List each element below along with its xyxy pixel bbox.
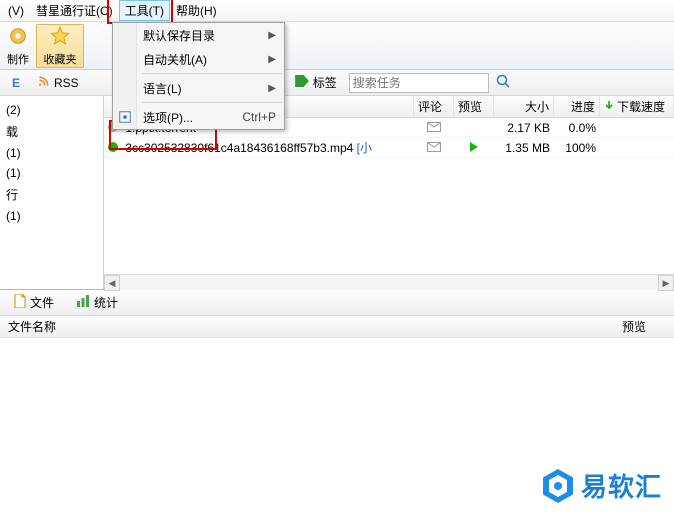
chevron-right-icon: ▶ — [268, 54, 276, 65]
menu-auto-shutdown-label: 自动关机(A) — [143, 51, 207, 68]
col-comment[interactable]: 评论 — [414, 96, 454, 117]
menu-auto-shutdown[interactable]: 自动关机(A) ▶ — [113, 47, 284, 71]
detail-body — [0, 338, 674, 488]
menu-language[interactable]: 语言(L) ▶ — [113, 76, 284, 100]
task-suffix: [小 — [357, 141, 372, 155]
watermark-icon — [543, 469, 573, 503]
download-arrow-icon — [604, 100, 614, 114]
menu-separator — [141, 73, 282, 74]
gear-icon — [7, 25, 29, 50]
tab-file-label: 文件 — [30, 294, 54, 311]
scroll-right-icon[interactable]: ▶ — [658, 275, 674, 289]
chevron-right-icon: ▶ — [268, 30, 276, 41]
menu-options-hotkey: Ctrl+P — [242, 110, 276, 124]
size-cell: 2.17 KB — [494, 121, 554, 135]
toolbar: 制作 收藏夹 — [0, 22, 674, 70]
size-cell: 1.35 MB — [494, 141, 554, 155]
options-icon — [117, 109, 133, 125]
make-label: 制作 — [7, 51, 29, 67]
file-icon — [14, 294, 26, 311]
menu-view[interactable]: (V) — [2, 2, 30, 20]
watermark-text: 易软汇 — [581, 467, 662, 504]
task-name: 3cc302532830f61c4a18436168ff57b3.mp4 — [125, 141, 353, 155]
tag-label: 标签 — [313, 74, 337, 91]
chevron-right-icon: ▶ — [268, 83, 276, 94]
tab-stats-label: 统计 — [94, 294, 118, 311]
tab-stats[interactable]: 统计 — [70, 292, 124, 313]
status-dot-icon — [108, 142, 118, 152]
tag-button[interactable]: 标签 — [289, 72, 343, 93]
star-icon — [49, 25, 71, 50]
search-box[interactable] — [349, 73, 489, 93]
h-scrollbar[interactable]: ◀ ▶ — [104, 274, 674, 289]
filter-bar: E RSS 标签 — [0, 70, 674, 96]
filter-rss-label: RSS — [54, 76, 79, 90]
task-row[interactable]: 3cc302532830f61c4a18436168ff57b3.mp4 [小 … — [104, 138, 674, 158]
menu-language-label: 语言(L) — [143, 80, 182, 97]
menubar: (V) 彗星通行证(C) 工具(T) 帮助(H) — [0, 0, 674, 22]
col-download-speed[interactable]: 下载速度 — [600, 96, 674, 117]
sidebar-item[interactable]: 载 — [2, 120, 101, 143]
watermark: 易软汇 — [543, 467, 662, 504]
sidebar-item[interactable]: (1) — [2, 143, 101, 163]
sidebar: (2) 载 (1) (1) 行 (1) — [0, 96, 104, 289]
search-icon[interactable] — [495, 73, 511, 92]
menu-passport[interactable]: 彗星通行证(C) — [30, 0, 119, 21]
col-size[interactable]: 大小 — [494, 96, 554, 117]
menu-options[interactable]: 选项(P)... Ctrl+P — [113, 105, 284, 129]
progress-cell: 100% — [554, 141, 600, 155]
menu-tools-dropdown: 默认保存目录 ▶ 自动关机(A) ▶ 语言(L) ▶ 选项(P)... Ctrl… — [112, 22, 285, 130]
e-icon: E — [12, 76, 20, 90]
menu-separator — [141, 102, 282, 103]
menu-tools[interactable]: 工具(T) — [119, 0, 170, 21]
favorites-label: 收藏夹 — [44, 51, 77, 67]
col-download-speed-label: 下载速度 — [617, 98, 665, 115]
comment-cell[interactable] — [414, 141, 454, 155]
filter-e[interactable]: E — [6, 74, 26, 92]
sidebar-item[interactable]: (1) — [2, 206, 101, 226]
sidebar-item[interactable]: (2) — [2, 100, 101, 120]
col-progress[interactable]: 进度 — [554, 96, 600, 117]
filter-rss[interactable]: RSS — [32, 73, 85, 92]
menu-default-folder[interactable]: 默认保存目录 ▶ — [113, 23, 284, 47]
detail-col-filename[interactable]: 文件名称 — [0, 318, 614, 335]
menu-default-folder-label: 默认保存目录 — [143, 27, 215, 44]
comment-cell[interactable] — [414, 121, 454, 135]
make-button[interactable]: 制作 — [0, 24, 36, 68]
menu-options-label: 选项(P)... — [143, 109, 193, 126]
envelope-icon — [427, 141, 441, 155]
detail-tabs: 文件 统计 — [0, 290, 674, 316]
search-input[interactable] — [353, 76, 508, 90]
favorites-button[interactable]: 收藏夹 — [36, 24, 84, 68]
sidebar-item[interactable]: (1) — [2, 163, 101, 183]
preview-cell[interactable] — [454, 141, 494, 155]
stats-icon — [76, 295, 90, 310]
col-preview[interactable]: 预览 — [454, 96, 494, 117]
detail-col-preview[interactable]: 预览 — [614, 318, 674, 335]
detail-header: 文件名称 预览 — [0, 316, 674, 338]
scroll-left-icon[interactable]: ◀ — [104, 275, 120, 289]
envelope-icon — [427, 121, 441, 135]
menu-help[interactable]: 帮助(H) — [170, 0, 223, 21]
progress-cell: 0.0% — [554, 121, 600, 135]
play-icon — [469, 141, 479, 155]
main-area: (2) 载 (1) (1) 行 (1) 评论 预览 大小 进度 下载速度 1.p… — [0, 96, 674, 290]
tag-icon — [295, 75, 309, 90]
tab-file[interactable]: 文件 — [8, 292, 60, 313]
sidebar-item[interactable]: 行 — [2, 183, 101, 206]
rss-icon — [38, 75, 50, 90]
